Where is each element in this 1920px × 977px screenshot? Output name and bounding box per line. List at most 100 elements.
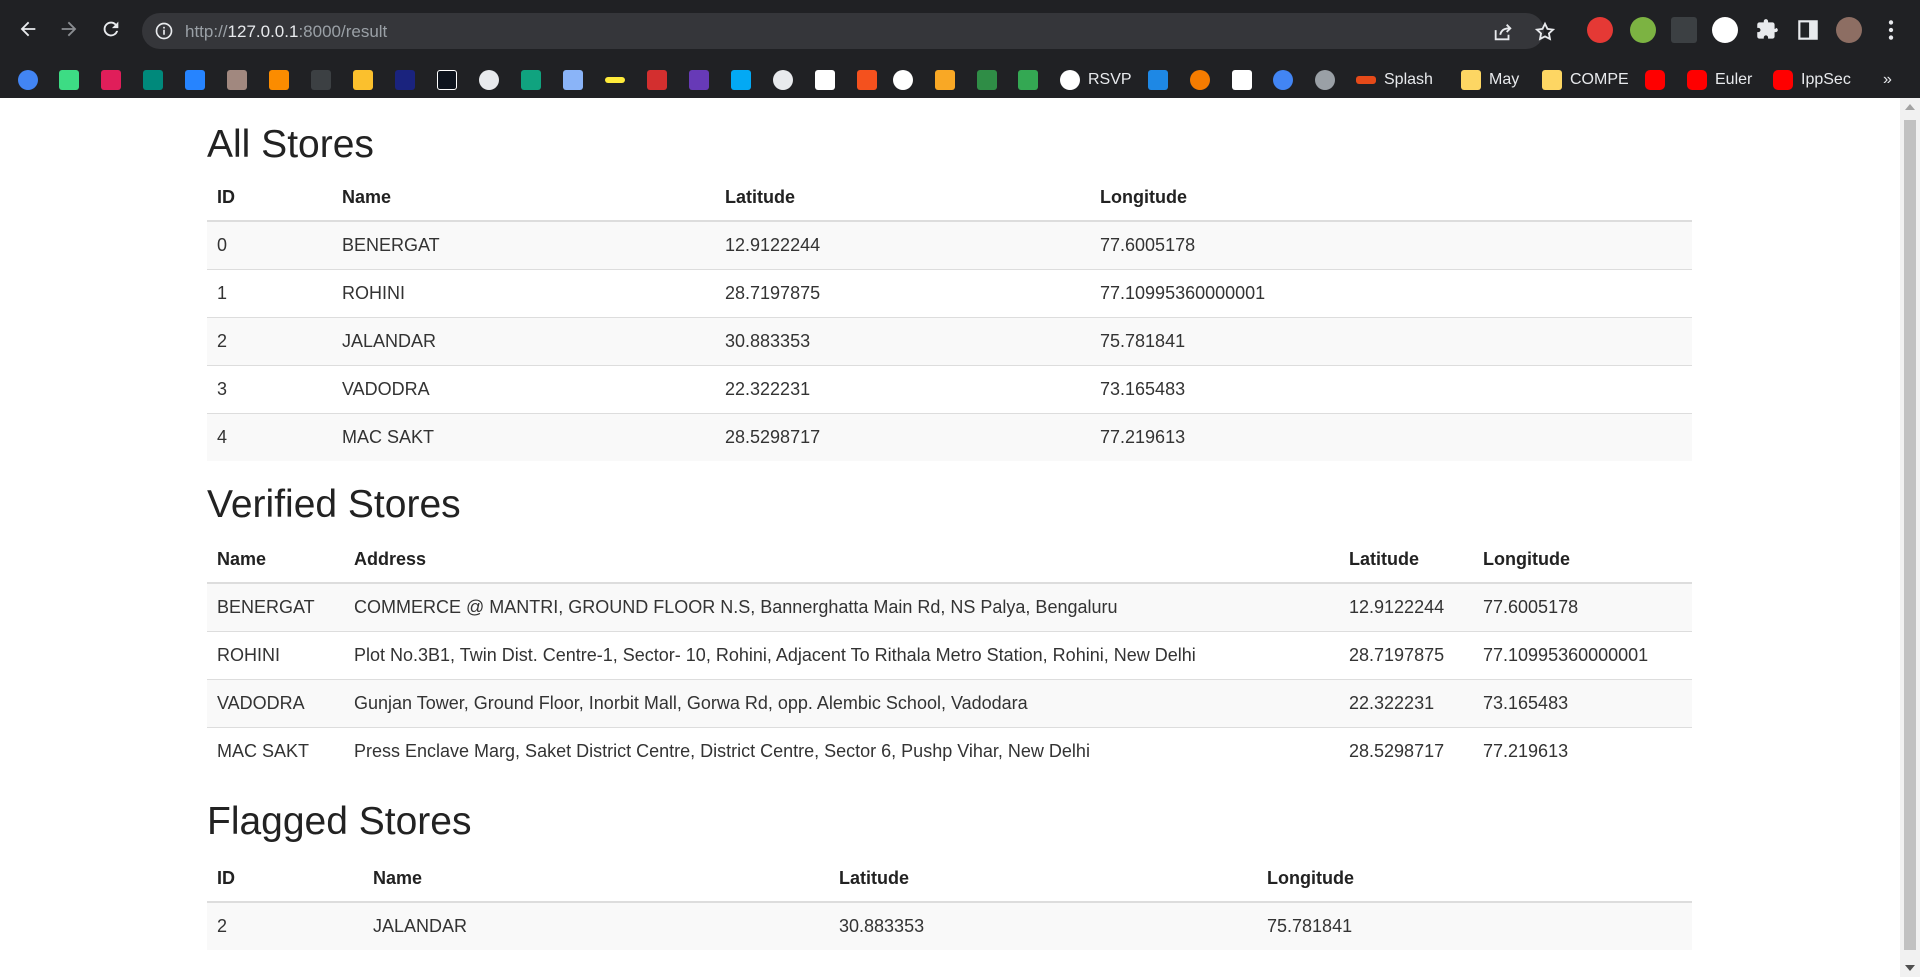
table-row: BENERGAT COMMERCE @ MANTRI, GROUND FLOOR … — [207, 582, 1692, 631]
bookmark-sun[interactable] — [1190, 68, 1210, 92]
dots-icon — [857, 70, 877, 90]
cell: VADODRA — [207, 678, 344, 727]
bookmark-gfg[interactable] — [977, 68, 997, 92]
bookmark-amazon[interactable] — [1232, 68, 1252, 92]
bookmark-euler[interactable]: Euler — [1687, 68, 1752, 92]
bookmark-k[interactable] — [731, 68, 751, 92]
bookmark-maps[interactable] — [1018, 68, 1038, 92]
table-row: MAC SAKT Press Enclave Marg, Saket Distri… — [207, 726, 1692, 775]
bookmark-gcloud[interactable] — [1273, 68, 1293, 92]
rainbow-icon — [605, 77, 625, 83]
youtube-icon — [1645, 70, 1665, 90]
bookmark-cloud[interactable] — [18, 68, 38, 92]
info-icon[interactable] — [154, 21, 174, 41]
bookmark-meet[interactable] — [143, 68, 163, 92]
cell: 4 — [207, 412, 332, 461]
bookmark-slack[interactable] — [101, 68, 121, 92]
cell: 77.6005178 — [1090, 220, 1692, 269]
cell: 75.781841 — [1257, 901, 1692, 950]
bookmark-incognito[interactable] — [1315, 68, 1335, 92]
cell: 2 — [207, 901, 363, 950]
cell: 28.5298717 — [1339, 726, 1473, 775]
bookmark-dots[interactable] — [857, 68, 877, 92]
column-header: Latitude — [715, 175, 1090, 222]
bookmark-rainbow[interactable] — [605, 68, 625, 92]
bookmark-compe[interactable]: COMPE — [1542, 68, 1629, 92]
bookmark-splash[interactable]: Splash — [1356, 68, 1433, 92]
share-icon[interactable] — [1492, 21, 1514, 43]
add-extension-icon[interactable] — [1630, 17, 1656, 43]
sidepanel-icon[interactable] — [1795, 17, 1821, 43]
bookmark-jira[interactable] — [185, 68, 205, 92]
amazon-icon — [1232, 70, 1252, 90]
cell: ROHINI — [207, 630, 344, 679]
reload-button[interactable] — [97, 15, 125, 43]
table-row: 2 JALANDAR 30.883353 75.781841 — [207, 316, 1692, 365]
star-icon[interactable] — [1534, 21, 1556, 43]
bookmark-chatgpt[interactable] — [521, 68, 541, 92]
cell: 30.883353 — [715, 316, 1090, 365]
url-text[interactable]: http://127.0.0.1:8000/result — [185, 22, 387, 42]
google-icon — [893, 70, 913, 90]
column-header: Longitude — [1257, 856, 1692, 903]
column-header: ID — [207, 175, 332, 222]
kebab-menu-icon[interactable] — [1878, 17, 1904, 43]
bookmark-blue[interactable] — [395, 68, 415, 92]
arrow-right-icon — [61, 21, 77, 37]
incognito-icon — [1315, 70, 1335, 90]
bookmark-cc[interactable] — [227, 68, 247, 92]
cell: 28.5298717 — [715, 412, 1090, 461]
bookmark-notion[interactable] — [815, 68, 835, 92]
column-header: Longitude — [1473, 537, 1692, 584]
scrollbar-thumb[interactable] — [1904, 120, 1916, 950]
bookmarks-more-button[interactable]: » — [1883, 68, 1892, 92]
profile-avatar[interactable] — [1836, 17, 1862, 43]
bookmark-book[interactable] — [935, 68, 955, 92]
table-header-row: Name Address Latitude Longitude — [207, 537, 1692, 584]
bookmark-tg[interactable] — [647, 68, 667, 92]
bookmark-orange[interactable] — [269, 68, 289, 92]
chart-icon — [353, 70, 373, 90]
bookmark-youtube[interactable] — [1645, 68, 1665, 92]
linkedin-extension-icon[interactable] — [1671, 17, 1697, 43]
bookmark-gemini[interactable] — [563, 68, 583, 92]
youtube-icon — [1773, 70, 1793, 90]
active-extension-icon[interactable] — [1712, 17, 1738, 43]
scroll-down-arrow-icon[interactable] — [1905, 965, 1915, 971]
cell: Gunjan Tower, Ground Floor, Inorbit Mall… — [344, 678, 1339, 727]
bookmark-label: COMPE — [1570, 71, 1629, 88]
url-prefix: http:// — [185, 22, 228, 41]
block-extension-icon[interactable] — [1587, 17, 1613, 43]
cell: 28.7197875 — [1339, 630, 1473, 679]
back-button[interactable] — [14, 15, 42, 43]
bookmark-android[interactable] — [59, 68, 79, 92]
splash-icon — [1356, 76, 1376, 84]
gemini-icon — [563, 70, 583, 90]
bookmark-label: May — [1489, 71, 1520, 88]
bookmark-github[interactable] — [773, 68, 793, 92]
table-row: 0 BENERGAT 12.9122244 77.6005178 — [207, 220, 1692, 269]
cc-icon — [227, 70, 247, 90]
all-stores-table: ID Name Latitude Longitude 0 BENERGAT 12.9… — [207, 175, 1692, 461]
bookmarks-bar: RSVP Splash May COMPE Euler IppSec » — [0, 62, 1920, 98]
bookmark-hackerrank[interactable] — [437, 68, 457, 92]
page-scrollbar[interactable] — [1900, 98, 1920, 977]
bookmark-google[interactable] — [893, 68, 913, 92]
address-bar[interactable]: http://127.0.0.1:8000/result — [142, 13, 1556, 49]
browser-toolbar: http://127.0.0.1:8000/result — [0, 0, 1920, 62]
bookmark-chart[interactable] — [353, 68, 373, 92]
bookmark-ippsec[interactable]: IppSec — [1773, 68, 1851, 92]
bookmark-openai[interactable] — [479, 68, 499, 92]
bookmark-bolt[interactable] — [689, 68, 709, 92]
puzzle-icon[interactable] — [1754, 17, 1780, 43]
cell: 1 — [207, 268, 332, 317]
bookmark-translate[interactable] — [1148, 68, 1168, 92]
bookmark-may[interactable]: May — [1461, 68, 1519, 92]
bookmark-rsvp[interactable]: RSVP — [1060, 68, 1132, 92]
bookmark-dark[interactable] — [311, 68, 331, 92]
scroll-up-arrow-icon[interactable] — [1905, 104, 1915, 110]
cell: 77.10995360000001 — [1473, 630, 1692, 679]
arrow-left-icon — [20, 21, 36, 37]
forward-button[interactable] — [55, 15, 83, 43]
cell: JALANDAR — [332, 316, 715, 365]
